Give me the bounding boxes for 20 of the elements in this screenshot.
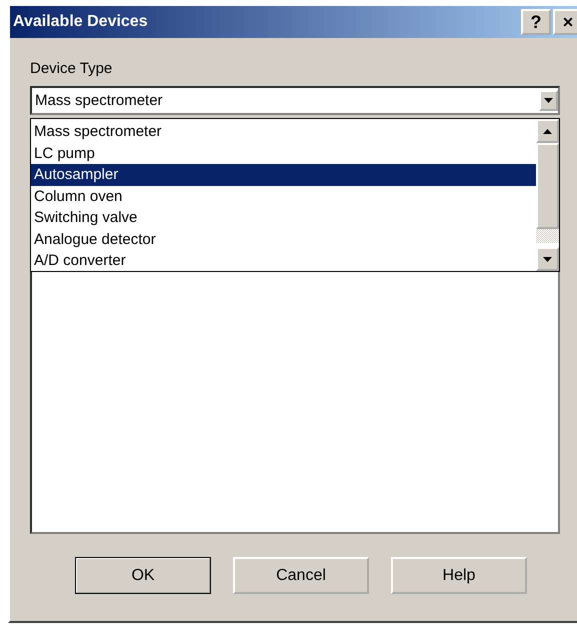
scroll-down-icon[interactable] [536, 247, 559, 271]
dropdown-option[interactable]: A/D converter [31, 250, 536, 272]
dropdown-option[interactable]: LC pump [31, 142, 536, 164]
dropdown-value: Mass spectrometer [35, 92, 163, 109]
dropdown-option[interactable]: Autosampler [31, 164, 536, 186]
dropdown-option[interactable]: Mass spectrometer [31, 121, 536, 142]
dialog-button[interactable]: Help [391, 557, 527, 594]
scrollbar-thumb[interactable] [536, 143, 559, 229]
device-type-dropdown[interactable]: Mass spectrometer [30, 86, 560, 115]
dropdown-option[interactable]: Switching valve [31, 207, 536, 228]
dialog-button[interactable]: Cancel [233, 557, 369, 594]
dialog-button[interactable]: OK [75, 557, 211, 594]
dropdown-option[interactable]: Column oven [31, 186, 536, 207]
help-button[interactable]: ? [521, 9, 551, 35]
device-type-label: Device Type [30, 60, 114, 79]
scrollbar-track[interactable] [536, 229, 559, 243]
scroll-up-icon[interactable] [536, 119, 559, 143]
window-title: Available Devices [13, 13, 148, 31]
close-button[interactable]: × [553, 9, 577, 35]
dropdown-option[interactable]: Analogue detector [31, 228, 536, 250]
